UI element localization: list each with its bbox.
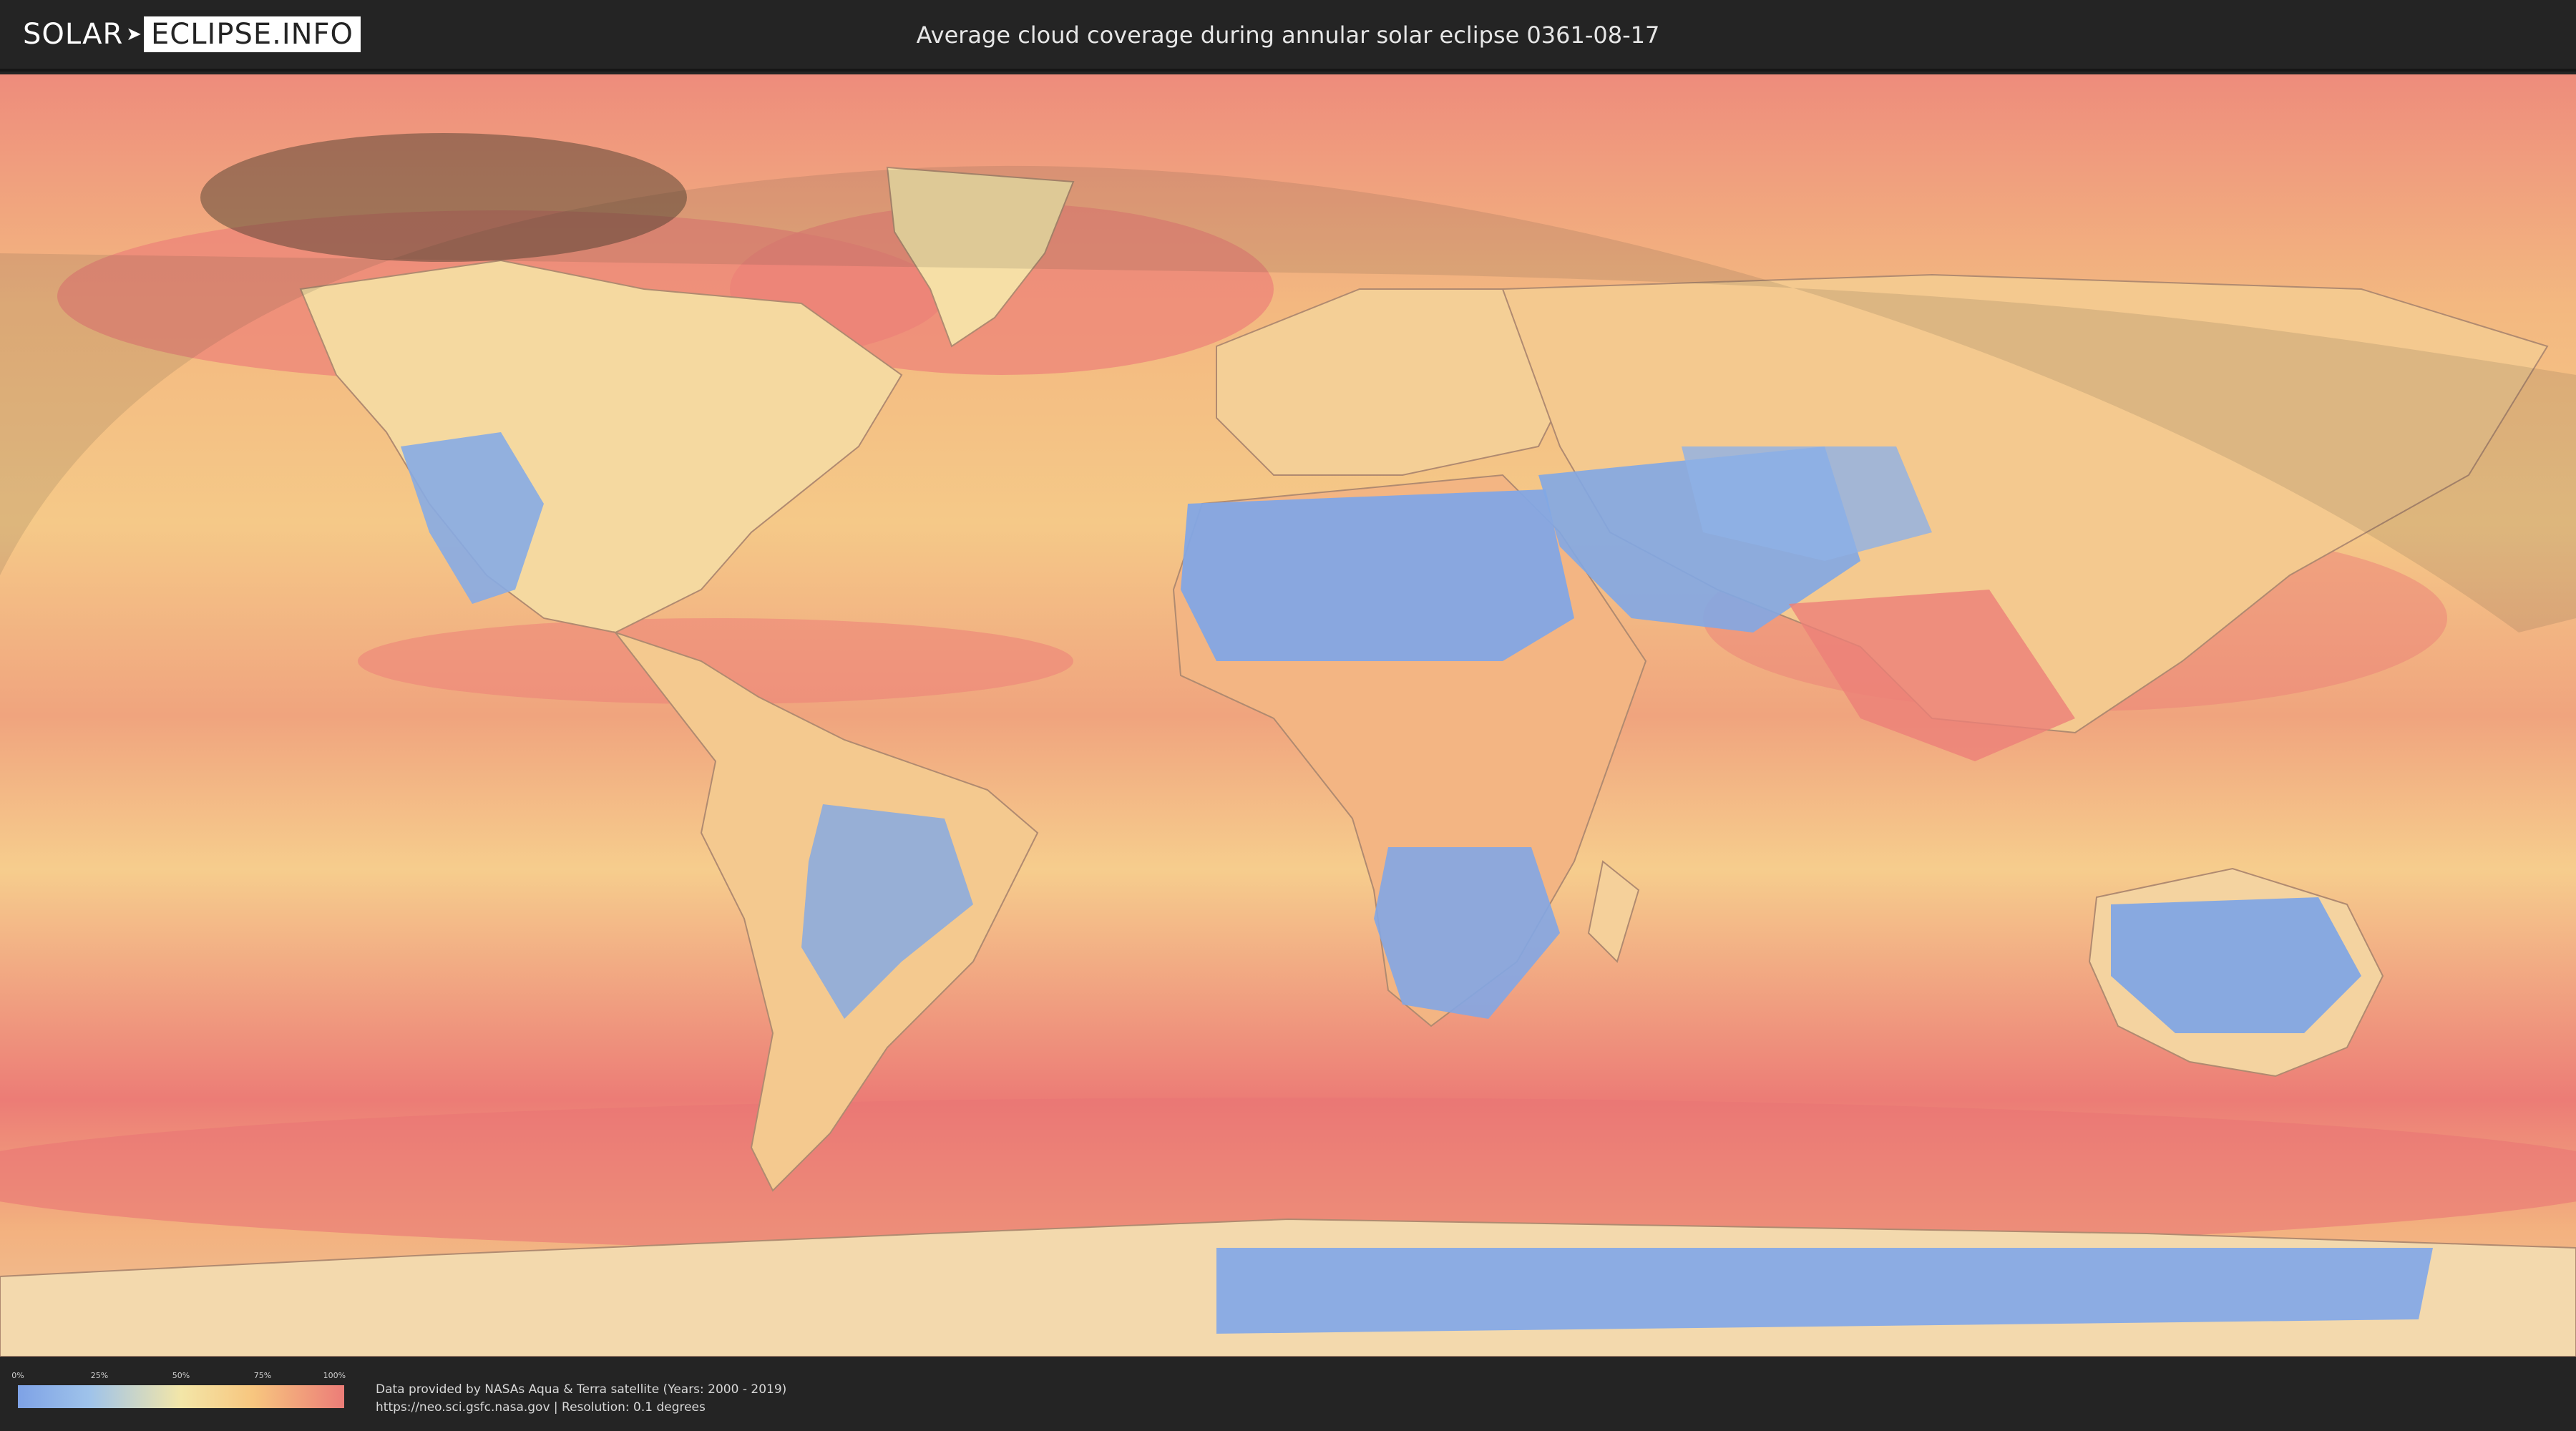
legend-tick-0: 0%	[11, 1371, 24, 1380]
sahara-clear-sky	[1181, 489, 1574, 661]
data-credits: Data provided by NASAs Aqua & Terra sate…	[376, 1381, 786, 1417]
cloud-coverage-legend: 0% 25% 50% 75% 100%	[11, 1371, 346, 1408]
legend-tick-100: 100%	[323, 1371, 346, 1380]
footer-bar: 0% 25% 50% 75% 100% Data provided by NAS…	[0, 1357, 2576, 1431]
credit-line-url[interactable]: https://neo.sci.gsfc.nasa.gov | Resoluti…	[376, 1399, 786, 1417]
legend-color-bar	[18, 1385, 344, 1408]
cloud-coverage-map[interactable]	[0, 74, 2576, 1357]
legend-tick-75: 75%	[253, 1371, 272, 1380]
east-antarctica-clear-sky	[1216, 1248, 2433, 1334]
credit-line-source: Data provided by NASAs Aqua & Terra sate…	[376, 1382, 787, 1397]
page-title: Average cloud coverage during annular so…	[916, 21, 1660, 49]
annular-eclipse-path[interactable]	[200, 133, 687, 262]
header-bar: SOLAR ➤ ECLIPSE.INFO Average cloud cover…	[0, 0, 2576, 72]
world-map-svg	[0, 74, 2576, 1357]
legend-tick-50: 50%	[172, 1371, 190, 1380]
legend-tick-25: 25%	[90, 1371, 109, 1380]
